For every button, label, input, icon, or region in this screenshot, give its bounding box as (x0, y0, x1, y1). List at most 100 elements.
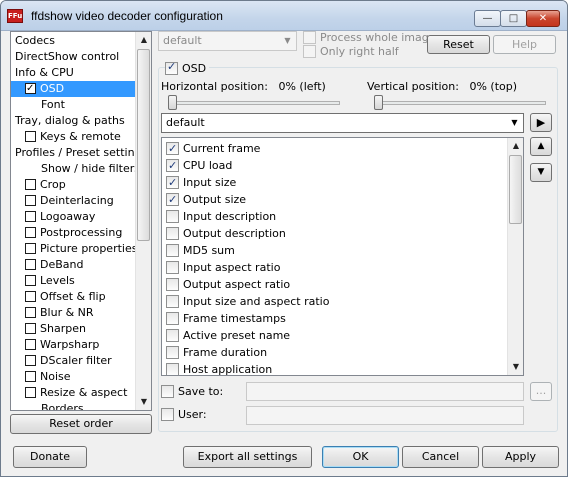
tree-item-checkbox[interactable] (25, 339, 36, 350)
osd-list-scrollbar[interactable]: ▲ ▼ (507, 138, 523, 375)
tree-item[interactable]: Profiles / Preset settings (11, 145, 147, 161)
tree-item-checkbox[interactable] (25, 259, 36, 270)
osd-item-checkbox[interactable] (166, 227, 179, 240)
tree-item[interactable]: Tray, dialog & paths (11, 113, 137, 129)
tree-item[interactable]: Logoaway (11, 209, 137, 225)
vertical-slider-thumb[interactable] (374, 95, 383, 110)
osd-list-item[interactable]: Input aspect ratio (166, 259, 280, 276)
osd-list-item[interactable]: Input description (166, 208, 276, 225)
scroll-down-arrow-icon[interactable]: ▼ (508, 359, 523, 375)
tree-item-checkbox[interactable] (25, 211, 36, 222)
title-bar[interactable]: FFu ffdshow video decoder configuration … (1, 1, 567, 31)
export-all-settings-button[interactable]: Export all settings (183, 446, 312, 468)
tree-item[interactable]: DeBand (11, 257, 137, 273)
osd-preset-combo[interactable]: default ▼ (161, 113, 524, 133)
osd-list-item[interactable]: Output aspect ratio (166, 276, 290, 293)
osd-list-item[interactable]: Current frame (166, 140, 260, 157)
tree-item-checkbox[interactable] (25, 355, 36, 366)
tree-item[interactable]: Blur & NR (11, 305, 137, 321)
tree-item[interactable]: Keys & remote (11, 129, 137, 145)
tree-item-checkbox[interactable] (25, 81, 36, 97)
tree-item[interactable]: Font (11, 97, 137, 113)
tree-item-checkbox[interactable] (25, 195, 36, 206)
maximize-button[interactable]: □ (500, 10, 527, 27)
horizontal-slider-thumb[interactable] (168, 95, 177, 110)
osd-item-checkbox[interactable] (166, 363, 179, 375)
osd-list-item[interactable]: Input size (166, 174, 236, 191)
osd-item-checkbox[interactable] (166, 157, 179, 174)
process-whole-image-checkbox[interactable]: Process whole image (303, 31, 436, 44)
donate-button[interactable]: Donate (13, 446, 87, 468)
settings-tree[interactable]: Codecs DirectShow control Info & CPU OSD Fon… (10, 31, 152, 411)
tree-item[interactable]: Crop (11, 177, 137, 193)
move-down-button[interactable]: ▼ (530, 163, 552, 182)
cancel-button[interactable]: Cancel (402, 446, 479, 468)
osd-item-checkbox[interactable] (166, 312, 179, 325)
osd-list-item[interactable]: Input size and aspect ratio (166, 293, 329, 310)
tree-item[interactable]: Levels (11, 273, 137, 289)
tree-item[interactable]: Codecs (11, 33, 137, 49)
preset-combo[interactable]: default ▼ (158, 31, 297, 51)
osd-item-checkbox[interactable] (166, 210, 179, 223)
close-button[interactable]: ✕ (526, 10, 560, 27)
tree-item[interactable]: Sharpen (11, 321, 137, 337)
osd-item-checkbox[interactable] (166, 244, 179, 257)
apply-button[interactable]: Apply (482, 446, 559, 468)
osd-items-list[interactable]: Current frame CPU load Input size Output si… (161, 137, 524, 376)
tree-item[interactable]: Postprocessing (11, 225, 137, 241)
tree-item-checkbox[interactable] (25, 323, 36, 334)
user-field[interactable] (246, 406, 524, 425)
tree-item-checkbox[interactable] (25, 227, 36, 238)
tree-item[interactable]: Resize & aspect (11, 385, 137, 401)
tree-item[interactable]: Noise (11, 369, 137, 385)
scroll-down-arrow-icon[interactable]: ▼ (136, 394, 151, 410)
reset-button[interactable]: Reset (427, 35, 490, 54)
osd-enable-checkbox[interactable]: OSD (165, 60, 210, 75)
osd-item-checkbox[interactable] (166, 278, 179, 291)
tree-item[interactable]: Deinterlacing (11, 193, 137, 209)
tree-item[interactable]: DirectShow control (11, 49, 137, 65)
scroll-up-arrow-icon[interactable]: ▲ (136, 32, 151, 48)
osd-list-item[interactable]: Output description (166, 225, 286, 242)
tree-item-checkbox[interactable] (25, 179, 36, 190)
tree-item-checkbox[interactable] (25, 275, 36, 286)
move-up-button[interactable]: ▲ (530, 137, 552, 156)
tree-item[interactable]: Show / hide filters (11, 161, 140, 177)
tree-item[interactable]: Info & CPU (11, 65, 137, 81)
osd-item-checkbox[interactable] (166, 174, 179, 191)
tree-item[interactable]: Borders (11, 401, 137, 410)
save-to-path-field[interactable] (246, 382, 524, 401)
help-button[interactable]: Help (493, 35, 556, 54)
osd-item-checkbox[interactable] (166, 295, 179, 308)
osd-list-item[interactable]: CPU load (166, 157, 232, 174)
osd-item-checkbox[interactable] (166, 191, 179, 208)
tree-item-checkbox[interactable] (25, 291, 36, 302)
only-right-half-checkbox[interactable]: Only right half (303, 45, 399, 58)
osd-item-checkbox[interactable] (166, 346, 179, 359)
osd-preset-play-button[interactable]: ▶ (530, 113, 552, 132)
tree-scrollbar[interactable]: ▲ ▼ (135, 32, 151, 410)
browse-button[interactable]: ... (530, 382, 552, 401)
tree-item[interactable]: DScaler filter (11, 353, 137, 369)
tree-item-checkbox[interactable] (25, 307, 36, 318)
osd-item-checkbox[interactable] (166, 140, 179, 157)
ok-button[interactable]: OK (322, 446, 399, 468)
tree-item[interactable]: Warpsharp (11, 337, 137, 353)
tree-item[interactable]: Offset & flip (11, 289, 137, 305)
osd-list-item[interactable]: Output size (166, 191, 246, 208)
osd-item-checkbox[interactable] (166, 329, 179, 342)
osd-list-item[interactable]: Frame timestamps (166, 310, 286, 327)
tree-item[interactable]: Picture properties (11, 241, 137, 257)
tree-scroll-thumb[interactable] (137, 49, 150, 241)
save-to-checkbox[interactable]: Save to: (161, 385, 223, 398)
user-checkbox[interactable]: User: (161, 408, 207, 421)
osd-list-item[interactable]: Host application (166, 361, 272, 375)
osd-list-scroll-thumb[interactable] (509, 155, 522, 224)
tree-item-checkbox[interactable] (25, 131, 36, 142)
minimize-button[interactable]: — (474, 10, 501, 27)
scroll-up-arrow-icon[interactable]: ▲ (508, 138, 523, 154)
osd-list-item[interactable]: Frame duration (166, 344, 267, 361)
tree-item[interactable]: OSD (11, 81, 137, 97)
horizontal-position-slider[interactable] (168, 101, 340, 105)
reset-order-button[interactable]: Reset order (10, 414, 152, 434)
